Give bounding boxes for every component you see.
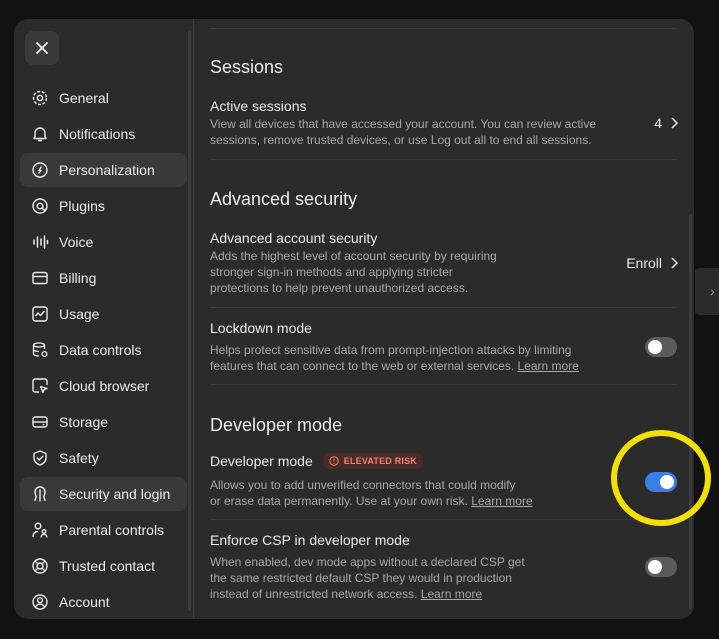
settings-modal: General Notifications Personalization Pl… bbox=[14, 19, 694, 619]
section-title-developer-mode: Developer mode bbox=[210, 415, 343, 435]
row-title: Enforce CSP in developer mode bbox=[210, 532, 410, 548]
sidebar-item-label: General bbox=[59, 90, 109, 106]
security-icon bbox=[31, 485, 49, 503]
gear-icon bbox=[31, 89, 49, 107]
divider bbox=[210, 384, 677, 385]
developer-mode-toggle[interactable] bbox=[645, 472, 677, 492]
toggle-knob bbox=[648, 560, 662, 574]
plugins-icon bbox=[31, 197, 49, 215]
sidebar-item-storage[interactable]: Storage bbox=[20, 405, 187, 439]
warning-circle-icon bbox=[329, 456, 339, 466]
enroll-button[interactable]: Enroll bbox=[626, 255, 678, 271]
storage-icon bbox=[31, 413, 49, 431]
credit-card-icon bbox=[31, 269, 49, 287]
sidebar-item-label: Trusted contact bbox=[59, 558, 155, 574]
toggle-knob bbox=[660, 475, 674, 489]
database-icon bbox=[31, 341, 49, 359]
bell-icon bbox=[31, 125, 49, 143]
sidebar-item-label: Voice bbox=[59, 234, 94, 250]
learn-more-link[interactable]: Learn more bbox=[518, 359, 579, 373]
sidebar-item-label: Data controls bbox=[59, 342, 142, 358]
active-sessions-count[interactable]: 4 bbox=[654, 115, 678, 131]
sidebar-item-plugins[interactable]: Plugins bbox=[20, 189, 187, 223]
row-description: Helps protect sensitive data from prompt… bbox=[210, 343, 579, 373]
sidebar-item-notifications[interactable]: Notifications bbox=[20, 117, 187, 151]
sidebar-scrollbar[interactable] bbox=[188, 31, 191, 611]
sidebar-item-cloud-browser[interactable]: Cloud browser bbox=[20, 369, 187, 403]
chevron-right-icon bbox=[671, 117, 678, 129]
row-title: Lockdown mode bbox=[210, 320, 312, 336]
sidebar-item-label: Notifications bbox=[59, 126, 136, 142]
sidebar-item-label: Usage bbox=[59, 306, 100, 322]
sidebar-item-label: Personalization bbox=[59, 162, 155, 178]
sidebar-item-voice[interactable]: Voice bbox=[20, 225, 187, 259]
section-title-sessions: Sessions bbox=[210, 57, 284, 77]
lockdown-mode-toggle[interactable] bbox=[645, 337, 677, 357]
row-title: Active sessions bbox=[210, 98, 307, 114]
chevron-right-icon bbox=[671, 257, 678, 269]
cloud-browser-icon bbox=[31, 377, 49, 395]
learn-more-link[interactable]: Learn more bbox=[471, 494, 532, 508]
account-icon bbox=[31, 593, 49, 611]
sidebar-item-label: Billing bbox=[59, 270, 97, 286]
row-description: Adds the highest level of account securi… bbox=[210, 249, 497, 295]
chevron-right-icon: › bbox=[710, 283, 715, 299]
sidebar-item-label: Parental controls bbox=[59, 522, 165, 538]
sidebar-item-label: Cloud browser bbox=[59, 378, 150, 394]
divider bbox=[210, 28, 677, 29]
divider bbox=[210, 159, 677, 160]
shield-icon bbox=[31, 449, 49, 467]
personalization-icon bbox=[31, 161, 49, 179]
parental-icon bbox=[31, 521, 49, 539]
content-scrollbar[interactable] bbox=[689, 214, 692, 609]
sidebar-item-label: Account bbox=[59, 594, 110, 610]
usage-chart-icon bbox=[31, 305, 49, 323]
voice-wave-icon bbox=[31, 233, 49, 251]
sidebar-item-security-and-login[interactable]: Security and login bbox=[20, 477, 187, 511]
sidebar-item-label: Storage bbox=[59, 414, 109, 430]
toggle-knob bbox=[648, 340, 662, 354]
background-panel-edge: › bbox=[695, 268, 719, 315]
sidebar-item-label: Security and login bbox=[59, 486, 171, 502]
row-title: Advanced account security bbox=[210, 230, 378, 246]
section-title-advanced-security: Advanced security bbox=[210, 189, 358, 209]
elevated-risk-badge: ELEVATED RISK bbox=[322, 453, 424, 469]
sidebar-item-personalization[interactable]: Personalization bbox=[20, 153, 187, 187]
sidebar-item-label: Safety bbox=[59, 450, 99, 466]
sidebar-item-usage[interactable]: Usage bbox=[20, 297, 187, 331]
sidebar-item-data-controls[interactable]: Data controls bbox=[20, 333, 187, 367]
learn-more-link[interactable]: Learn more bbox=[421, 587, 482, 601]
sidebar-item-billing[interactable]: Billing bbox=[20, 261, 187, 295]
row-description: View all devices that have accessed your… bbox=[210, 117, 597, 147]
security-settings-panel: Sessions Active sessions View all device… bbox=[194, 19, 694, 619]
sidebar-item-label: Plugins bbox=[59, 198, 105, 214]
divider bbox=[210, 307, 677, 308]
sidebar-item-safety[interactable]: Safety bbox=[20, 441, 187, 475]
sidebar-item-general[interactable]: General bbox=[20, 81, 187, 115]
lifebuoy-icon bbox=[31, 557, 49, 575]
divider bbox=[210, 519, 677, 520]
sidebar-item-parental-controls[interactable]: Parental controls bbox=[20, 513, 187, 547]
close-button[interactable] bbox=[25, 31, 59, 65]
row-title: Developer mode ELEVATED RISK bbox=[210, 453, 424, 469]
row-description: When enabled, dev mode apps without a de… bbox=[210, 555, 525, 601]
enforce-csp-toggle[interactable] bbox=[645, 557, 677, 577]
settings-sidebar: General Notifications Personalization Pl… bbox=[14, 19, 193, 619]
sidebar-item-account[interactable]: Account bbox=[20, 585, 187, 619]
row-description: Allows you to add unverified connectors … bbox=[210, 478, 533, 508]
close-icon bbox=[36, 42, 48, 54]
sidebar-item-trusted-contact[interactable]: Trusted contact bbox=[20, 549, 187, 583]
